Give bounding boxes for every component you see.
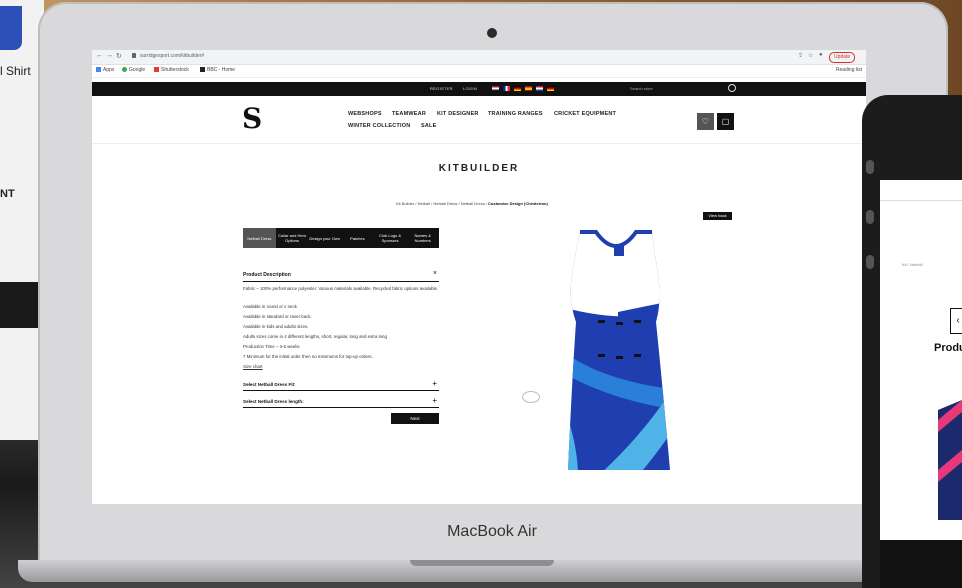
description-line: Available in standard or raver back.	[243, 314, 312, 319]
size-chart-link[interactable]: Size chart	[243, 364, 443, 370]
background-shirt-image	[0, 6, 22, 50]
phone-side-button	[866, 160, 874, 174]
bookmark-google[interactable]: Google	[122, 67, 145, 73]
tab-club-logo-sponsors[interactable]: Club Logo & Sponsors	[374, 228, 407, 248]
phone-product-title: Produ	[934, 342, 962, 354]
phone-side-button	[866, 210, 874, 224]
laptop-notch	[410, 560, 554, 566]
description-line: Fabric – 100% performance polyester. Var…	[243, 286, 439, 291]
site-topbar: REGISTER LOGIN Search store	[92, 82, 866, 96]
wishlist-heart-icon[interactable]: ♡	[697, 113, 714, 130]
reload-icon[interactable]: ↻	[116, 52, 122, 60]
fit-accordion-label: Select Netball Dress Fit:	[243, 382, 296, 387]
phone-bottom-bezel	[880, 540, 962, 588]
nav-sale[interactable]: SALE	[421, 123, 436, 129]
search-input[interactable]: Search store	[630, 86, 653, 91]
flag-germany-icon[interactable]	[514, 86, 521, 91]
page-title: KITBUILDER	[438, 163, 520, 174]
nav-webshops[interactable]: WEBSHOPS	[348, 111, 382, 117]
bbc-icon	[200, 67, 205, 72]
bookmark-shutterstock[interactable]: Shutterstock	[154, 67, 189, 73]
phone-breadcrumb: Kit / Netball	[902, 262, 923, 267]
kit-builder-tabs: Netball Dress Collar and Hem Options Des…	[243, 228, 439, 248]
nav-kit-designer[interactable]: KIT DESIGNER	[437, 111, 479, 117]
tab-collar-hem[interactable]: Collar and Hem Options	[276, 228, 309, 248]
laptop-screen: ← → ↻ surridgesport.com/kitbuilder# ⇪ ☆ …	[92, 50, 866, 504]
tab-design-your-own[interactable]: Design your Own	[308, 228, 341, 248]
background-card-title: l Shirt	[0, 64, 31, 78]
description-line: Available in round or v neck.	[243, 304, 299, 309]
back-arrow-icon[interactable]: ←	[96, 52, 103, 59]
nav-teamwear[interactable]: TEAMWEAR	[392, 111, 426, 117]
product-description-title: Product Description	[243, 272, 291, 278]
phone-side-button	[866, 255, 874, 269]
next-button[interactable]: Next	[391, 413, 439, 424]
plus-icon[interactable]: +	[432, 379, 437, 388]
netball-dress-preview	[568, 230, 670, 470]
nav-training-ranges[interactable]: TRAINING RANGES	[488, 111, 543, 117]
description-line: Production Time – 3-6 weeks	[243, 344, 300, 349]
browser-address-bar: ← → ↻ surridgesport.com/kitbuilder# ⇪ ☆ …	[92, 50, 866, 65]
description-line: Adults sizes come in 4 different lengths…	[243, 334, 387, 339]
share-icon[interactable]: ⇪	[798, 52, 803, 59]
bookmark-bbc[interactable]: BBC - Home	[200, 67, 235, 73]
flag-uk-icon[interactable]	[492, 86, 499, 91]
profile-icon[interactable]: ●	[819, 52, 823, 58]
tab-netball-dress[interactable]: Netball Dress	[243, 228, 276, 248]
shutterstock-icon	[154, 67, 159, 72]
flag-netherlands-icon[interactable]	[536, 86, 543, 91]
google-icon	[122, 67, 127, 72]
phone-prev-arrow-icon[interactable]: ‹	[950, 308, 962, 334]
forward-arrow-icon[interactable]: →	[106, 52, 113, 59]
update-button[interactable]: Update	[829, 52, 856, 63]
close-icon[interactable]: ×	[433, 270, 437, 277]
flag-france-icon[interactable]	[503, 86, 510, 91]
tab-patches[interactable]: Patches	[341, 228, 374, 248]
header-divider	[92, 143, 866, 144]
site-logo[interactable]: S	[242, 105, 262, 133]
description-line: Available in kids and adults sizes.	[243, 324, 309, 329]
phone-header	[880, 180, 962, 201]
length-accordion[interactable]: Select Netball Dress length: +	[243, 396, 439, 408]
flag-spain-icon[interactable]	[525, 86, 532, 91]
description-line: 7 Minimum for the initial order then no …	[243, 354, 373, 359]
tab-names-numbers[interactable]: Names & Numbers	[406, 228, 439, 248]
apps-icon	[96, 67, 101, 72]
background-card-subtitle: NT	[0, 188, 15, 200]
fit-accordion[interactable]: Select Netball Dress Fit: +	[243, 379, 439, 391]
bookmark-star-icon[interactable]: ☆	[808, 52, 813, 59]
bookmark-apps[interactable]: Apps	[96, 67, 114, 73]
nav-winter-collection[interactable]: WINTER COLLECTION	[348, 123, 410, 129]
shopping-bag-icon[interactable]: ▢	[717, 113, 734, 130]
product-description-header[interactable]: Product Description ×	[243, 269, 439, 282]
view-back-button[interactable]: View back	[703, 212, 732, 220]
search-icon[interactable]	[728, 84, 736, 92]
reading-list[interactable]: Reading list	[836, 67, 862, 73]
phone-dress-preview	[938, 370, 962, 520]
length-accordion-label: Select Netball Dress length:	[243, 399, 304, 404]
breadcrumb: Kit Builder / Netball / Netball Dress / …	[396, 201, 548, 206]
register-link[interactable]: REGISTER	[430, 86, 453, 91]
login-link[interactable]: LOGIN	[463, 86, 477, 91]
dress-logo	[614, 246, 624, 256]
url-field[interactable]: surridgesport.com/kitbuilder#	[140, 53, 204, 59]
plus-icon[interactable]: +	[432, 396, 437, 405]
rotate-360-icon[interactable]	[522, 391, 540, 403]
laptop-brand-label: MacBook Air	[447, 523, 537, 540]
bookmarks-bar: Apps Google Shutterstock BBC - Home Read…	[92, 65, 866, 78]
lock-icon	[132, 53, 136, 58]
camera-icon	[487, 28, 497, 38]
nav-cricket-equipment[interactable]: CRICKET EQUIPMENT	[554, 111, 616, 117]
flag-belgium-icon[interactable]	[547, 86, 554, 91]
